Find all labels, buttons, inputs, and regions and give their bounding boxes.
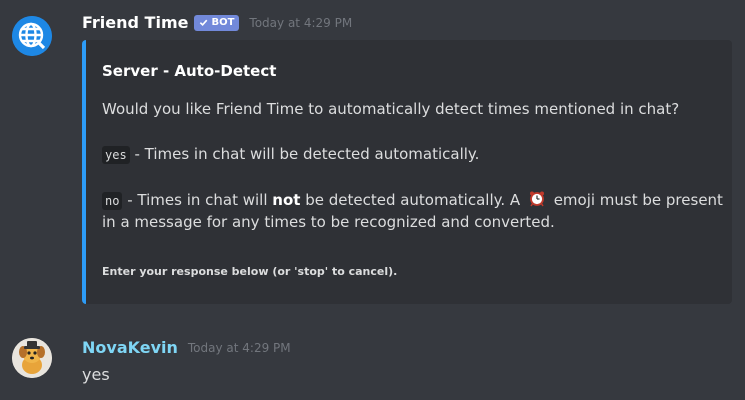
bot-username[interactable]: Friend Time [82,13,188,32]
yes-description: - Times in chat will be detected automat… [129,145,480,163]
bot-avatar[interactable] [12,16,52,56]
embed-question: Would you like Friend Time to automatica… [102,100,680,118]
user-message-text: yes [82,365,110,384]
embed-footer: Enter your response below (or 'stop' to … [102,265,398,278]
bot-tag-label: BOT [211,16,235,28]
no-description-middle: be detected automatically. A [300,191,525,209]
user-username[interactable]: NovaKevin [82,338,178,357]
user-avatar[interactable] [12,338,52,378]
bot-message-header: Friend Time BOT Today at 4:29 PM [82,13,352,32]
embed-option-no: no - Times in chat will not be detected … [102,190,723,212]
no-description-bold: not [272,191,301,209]
yes-code: yes [102,146,130,164]
no-code: no [102,192,123,210]
bot-timestamp[interactable]: Today at 4:29 PM [249,16,352,30]
user-timestamp[interactable]: Today at 4:29 PM [188,341,291,355]
checkmark-icon [200,19,208,27]
embed-title: Server - Auto-Detect [102,62,277,80]
no-description-start: - Times in chat will [122,191,273,209]
bot-tag: BOT [194,14,240,31]
globe-icon [12,16,52,56]
embed-option-yes: yes - Times in chat will be detected aut… [102,145,480,164]
dog-avatar-icon [12,338,52,378]
no-description-end: emoji must be present [548,191,723,209]
user-message-header: NovaKevin Today at 4:29 PM [82,338,291,357]
alarm-clock-icon [528,190,546,212]
embed-option-no-line2: in a message for any times to be recogni… [102,213,555,231]
embed: Server - Auto-Detect Would you like Frie… [82,40,732,304]
